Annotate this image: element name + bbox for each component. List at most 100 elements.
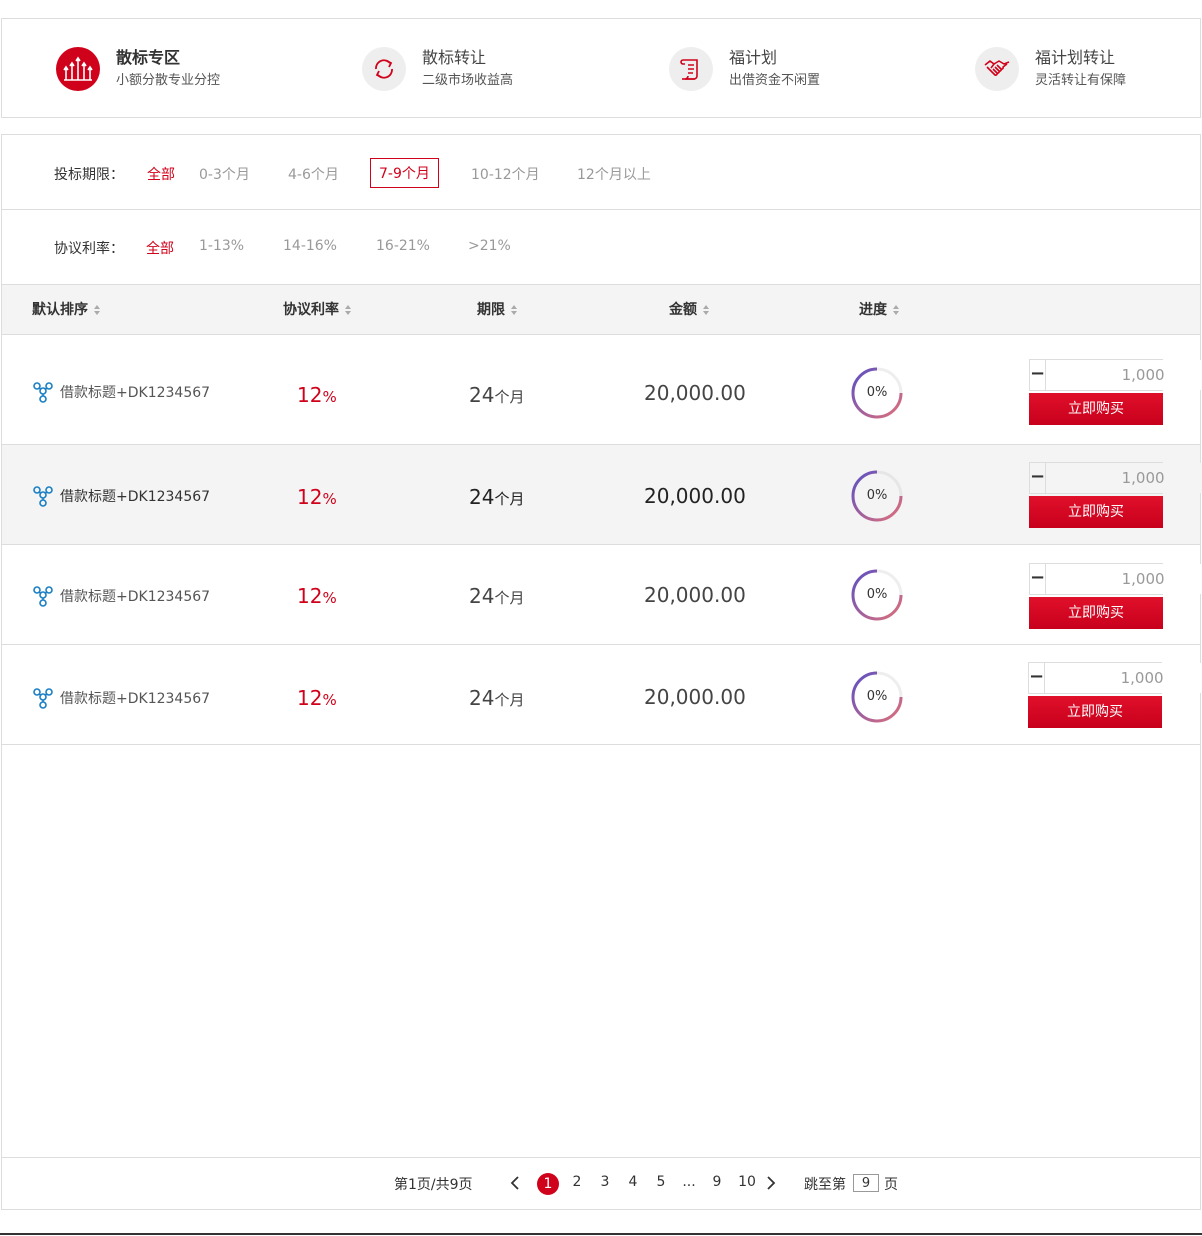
category-fu-plan[interactable]: 福计划 出借资金不闲置 xyxy=(669,19,820,119)
molecule-icon xyxy=(33,486,53,507)
page-10[interactable]: 10 xyxy=(735,1174,759,1190)
sort-rate[interactable]: 协议利率 xyxy=(283,285,351,335)
table-row: 借款标题+DK1234567 12% 24个月 20,000.00 0% − +… xyxy=(2,545,1202,645)
bars-chart-icon xyxy=(56,47,100,91)
header-label: 金额 xyxy=(669,302,697,318)
progress-text: 0% xyxy=(866,587,888,602)
sort-arrows-icon xyxy=(703,305,709,315)
category-subtitle: 二级市场收益高 xyxy=(422,72,514,88)
page-5[interactable]: 5 xyxy=(651,1174,671,1190)
page-ellipsis: ... xyxy=(682,1174,696,1190)
decrement-button[interactable]: − xyxy=(1030,463,1047,493)
term-filter-row: 投标期限： 全部 0-3个月 4-6个月 7-9个月 10-12个月 12个月以… xyxy=(2,135,1200,210)
scroll-icon xyxy=(669,47,713,91)
sort-arrows-icon xyxy=(511,305,517,315)
sort-default[interactable]: 默认排序 xyxy=(32,285,100,335)
loan-title-link[interactable]: 借款标题+DK1234567 xyxy=(32,381,210,403)
rate-value: 12 xyxy=(297,383,323,407)
category-fu-plan-transfer[interactable]: 福计划转让 灵活转让有保障 xyxy=(975,19,1126,119)
quantity-stepper: − + xyxy=(1028,662,1202,694)
jump-label: 跳至第 xyxy=(804,1177,846,1193)
buy-now-button[interactable]: 立即购买 xyxy=(1029,393,1163,425)
buy-group: − + 立即购买 xyxy=(1029,359,1202,425)
header-label: 进度 xyxy=(859,302,887,318)
rate-unit: % xyxy=(322,589,337,607)
quantity-input[interactable] xyxy=(1046,564,1202,594)
category-title: 福计划转让 xyxy=(1035,47,1116,67)
header-label: 默认排序 xyxy=(32,302,88,318)
buy-group: − + 立即购买 xyxy=(1029,563,1202,629)
loan-title: 借款标题+DK1234567 xyxy=(60,589,211,605)
decrement-button[interactable]: − xyxy=(1029,663,1046,693)
rate-option-16-21[interactable]: 16-21% xyxy=(368,234,438,258)
progress-ring: 0% xyxy=(850,568,904,622)
bottom-divider xyxy=(0,1233,1202,1235)
quantity-stepper: − + xyxy=(1029,462,1202,494)
decrement-button[interactable]: − xyxy=(1030,360,1047,390)
next-page-button[interactable] xyxy=(766,1176,776,1194)
rate-option-1-13[interactable]: 1-13% xyxy=(191,234,252,258)
loan-title: 借款标题+DK1234567 xyxy=(60,489,211,505)
category-bid-transfer[interactable]: 散标转让 二级市场收益高 xyxy=(362,19,513,119)
molecule-icon xyxy=(33,688,53,709)
cycle-arrows-icon xyxy=(362,47,406,91)
term-value: 24 xyxy=(469,485,495,509)
term-option-0-3[interactable]: 0-3个月 xyxy=(191,160,258,188)
quantity-input[interactable] xyxy=(1046,360,1202,390)
decrement-button[interactable]: − xyxy=(1030,564,1047,594)
term-option-all[interactable]: 全部 xyxy=(139,160,183,188)
rate-value: 12 xyxy=(297,485,323,509)
progress-text: 0% xyxy=(866,385,888,400)
loan-title-link[interactable]: 借款标题+DK1234567 xyxy=(32,687,210,709)
handshake-icon xyxy=(975,47,1019,91)
category-subtitle: 出借资金不闲置 xyxy=(729,72,821,88)
page-4[interactable]: 4 xyxy=(623,1174,643,1190)
quantity-stepper: − + xyxy=(1029,359,1202,391)
buy-now-button[interactable]: 立即购买 xyxy=(1029,496,1163,528)
sort-progress[interactable]: 进度 xyxy=(859,285,899,335)
category-subtitle: 灵活转让有保障 xyxy=(1035,72,1127,88)
jump-page-input[interactable] xyxy=(853,1174,879,1192)
jump-suffix: 页 xyxy=(884,1177,898,1193)
rate-value: 12 xyxy=(297,686,323,710)
rate-option-21-plus[interactable]: >21% xyxy=(460,234,519,258)
rate-value: 12 xyxy=(297,584,323,608)
amount-value: 20,000.00 xyxy=(644,484,746,508)
category-subtitle: 小额分散专业分控 xyxy=(116,72,221,88)
quantity-input[interactable] xyxy=(1045,663,1202,693)
category-scattered-bids[interactable]: 散标专区 小额分散专业分控 xyxy=(56,19,220,119)
header-label: 协议利率 xyxy=(283,302,339,318)
term-option-7-9[interactable]: 7-9个月 xyxy=(370,158,439,188)
rate-filter-label: 协议利率： xyxy=(54,241,124,257)
amount-value: 20,000.00 xyxy=(644,381,746,405)
molecule-icon xyxy=(33,586,53,607)
page: 散标专区 小额分散专业分控 散标转让 二级市场收益高 福计划 出借资金不闲置 福… xyxy=(0,0,1202,1236)
buy-now-button[interactable]: 立即购买 xyxy=(1029,597,1163,629)
table-header: 默认排序 协议利率 期限 金额 进度 xyxy=(2,285,1200,335)
rate-option-all[interactable]: 全部 xyxy=(138,234,182,262)
term-option-12-plus[interactable]: 12个月以上 xyxy=(569,160,659,188)
term-unit: 个月 xyxy=(494,490,525,508)
sort-arrows-icon xyxy=(893,305,899,315)
rate-unit: % xyxy=(322,691,337,709)
amount-value: 20,000.00 xyxy=(644,685,746,709)
sort-arrows-icon xyxy=(94,305,100,315)
buy-group: − + 立即购买 xyxy=(1029,462,1202,528)
page-9[interactable]: 9 xyxy=(707,1174,727,1190)
page-summary: 第1页/共9页 xyxy=(394,1177,473,1193)
progress-text: 0% xyxy=(866,689,888,704)
buy-now-button[interactable]: 立即购买 xyxy=(1028,696,1162,728)
page-2[interactable]: 2 xyxy=(567,1174,587,1190)
quantity-input[interactable] xyxy=(1046,463,1202,493)
loan-title-link[interactable]: 借款标题+DK1234567 xyxy=(32,585,210,607)
term-option-10-12[interactable]: 10-12个月 xyxy=(463,160,548,188)
page-1[interactable]: 1 xyxy=(537,1173,559,1195)
sort-term[interactable]: 期限 xyxy=(477,285,517,335)
prev-page-button[interactable] xyxy=(510,1176,520,1194)
sort-amount[interactable]: 金额 xyxy=(669,285,709,335)
page-3[interactable]: 3 xyxy=(595,1174,615,1190)
rate-cell: 12% xyxy=(297,584,337,608)
rate-option-14-16[interactable]: 14-16% xyxy=(275,234,345,258)
loan-title-link[interactable]: 借款标题+DK1234567 xyxy=(32,485,210,507)
term-option-4-6[interactable]: 4-6个月 xyxy=(280,160,347,188)
